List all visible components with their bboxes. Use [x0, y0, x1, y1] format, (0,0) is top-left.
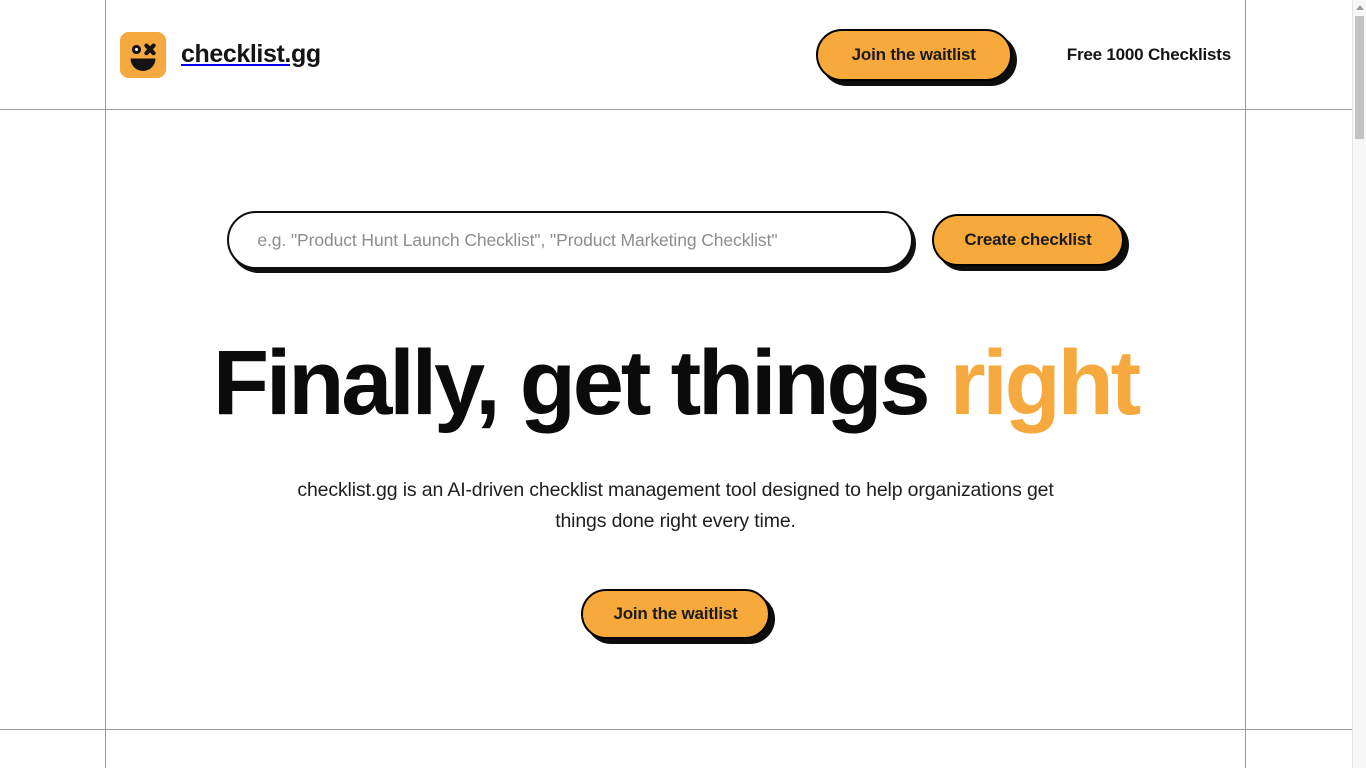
headline-primary-text: Finally, get things: [212, 332, 950, 434]
smiley-face-icon: [120, 31, 166, 78]
header-actions: Join the waitlist Free 1000 Checklists: [815, 28, 1231, 81]
header-join-waitlist-button[interactable]: Join the waitlist: [815, 28, 1012, 81]
checklist-search-box[interactable]: [227, 211, 914, 269]
vertical-scrollbar[interactable]: [1352, 0, 1366, 768]
brand-name: checklist.gg: [181, 40, 321, 68]
chevron-up-icon[interactable]: [1353, 0, 1366, 14]
page-canvas: checklist.gg Join the waitlist Free 1000…: [0, 0, 1352, 768]
site-header: checklist.gg Join the waitlist Free 1000…: [106, 0, 1245, 109]
header-free-checklists-note: Free 1000 Checklists: [1066, 44, 1231, 64]
hero-join-waitlist-button[interactable]: Join the waitlist: [581, 589, 770, 639]
checklist-search-row: Create checklist: [227, 211, 1124, 269]
headline-accent-text: right: [949, 332, 1142, 434]
page-title: Finally, get things right: [213, 337, 1141, 429]
checklist-search-input[interactable]: [257, 229, 884, 251]
brand-logo-link[interactable]: checklist.gg: [120, 31, 321, 78]
hero-subtitle: checklist.gg is an AI-driven checklist m…: [297, 479, 1054, 532]
page-root: checklist.gg Join the waitlist Free 1000…: [0, 0, 1366, 768]
hero-section: Create checklist Finally, get things rig…: [106, 110, 1245, 729]
create-checklist-button[interactable]: Create checklist: [932, 214, 1124, 266]
scrollbar-thumb[interactable]: [1355, 16, 1364, 139]
